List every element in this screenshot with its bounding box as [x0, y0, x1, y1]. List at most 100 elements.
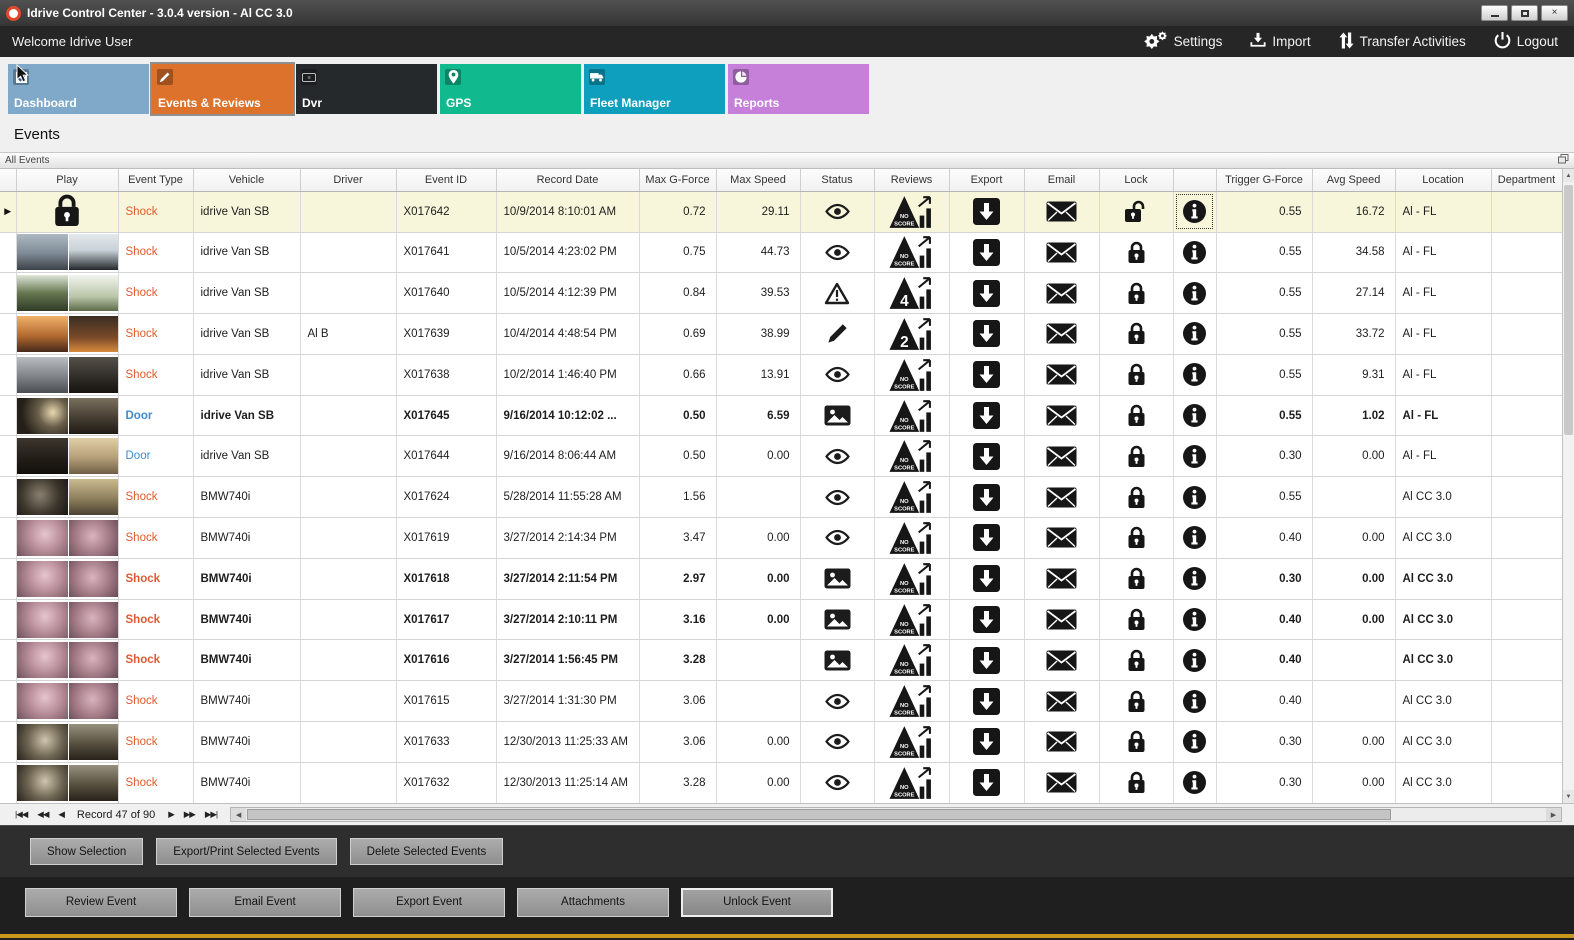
event-thumbnail[interactable] [16, 723, 117, 760]
reviews-cell[interactable]: NO SCORE [874, 680, 950, 723]
lock-cell[interactable] [1099, 517, 1174, 559]
column-header-11[interactable]: Export [949, 169, 1025, 192]
play-cell[interactable] [16, 354, 119, 396]
action-button-email-event[interactable]: Email Event [189, 887, 341, 917]
info-cell[interactable] [1173, 680, 1217, 723]
export-cell[interactable] [949, 680, 1025, 723]
play-cell[interactable] [16, 599, 119, 641]
export-cell[interactable] [949, 558, 1025, 600]
email-cell[interactable] [1024, 191, 1100, 233]
close-button[interactable]: × [1541, 5, 1568, 21]
reviews-cell[interactable]: NO SCORE [874, 354, 950, 396]
email-cell[interactable] [1024, 354, 1100, 396]
column-header-3[interactable]: Vehicle [193, 169, 301, 192]
status-cell[interactable] [800, 435, 875, 478]
status-cell[interactable] [800, 395, 875, 437]
next-record-button[interactable]: ▶ [163, 809, 179, 820]
export-cell[interactable] [949, 191, 1025, 233]
vertical-scrollbar[interactable]: ▲ ▼ [1562, 169, 1574, 803]
reviews-cell[interactable]: NO SCORE [874, 395, 950, 437]
email-cell[interactable] [1024, 558, 1100, 600]
column-header-15[interactable]: Trigger G-Force [1216, 169, 1313, 192]
status-cell[interactable] [800, 476, 875, 519]
info-cell[interactable] [1173, 476, 1217, 519]
import-button[interactable]: Import [1250, 32, 1311, 51]
info-cell[interactable] [1173, 762, 1217, 803]
event-row[interactable]: Shock BMW740i X017633 12/30/2013 11:25:33 A… [0, 721, 1563, 763]
event-thumbnail[interactable] [16, 315, 117, 352]
row-expander[interactable] [0, 599, 17, 641]
column-header-17[interactable]: Location [1395, 169, 1492, 192]
lock-cell[interactable] [1099, 639, 1174, 682]
play-cell[interactable] [16, 517, 119, 559]
event-row[interactable]: Shock BMW740i X017618 3/27/2014 2:11:54 PM 2… [0, 558, 1563, 600]
export-cell[interactable] [949, 232, 1025, 274]
tab-fleet[interactable]: Fleet Manager [584, 64, 725, 114]
event-thumbnail[interactable] [16, 397, 117, 434]
tab-dvr[interactable]: ≡ Dvr [296, 64, 437, 114]
row-expander[interactable] [0, 639, 17, 682]
tab-events[interactable]: Events & Reviews [150, 62, 295, 116]
event-thumbnail[interactable] [16, 642, 117, 679]
prev-page-button[interactable]: ◀◀ [32, 809, 53, 820]
column-header-9[interactable]: Status [800, 169, 875, 192]
export-cell[interactable] [949, 639, 1025, 682]
status-cell[interactable] [800, 517, 875, 559]
selection-button-1[interactable]: Export/Print Selected Events [156, 838, 337, 865]
row-expander[interactable] [0, 272, 17, 315]
reviews-cell[interactable]: NO SCORE [874, 639, 950, 682]
event-row[interactable]: Shock BMW740i X017624 5/28/2014 11:55:28 AM… [0, 476, 1563, 519]
column-header-18[interactable]: Department [1491, 169, 1563, 192]
reviews-cell[interactable]: NO SCORE [874, 517, 950, 559]
email-cell[interactable] [1024, 721, 1100, 763]
reviews-cell[interactable]: NO SCORE [874, 558, 950, 600]
transfer-activities-button[interactable]: Transfer Activities [1339, 32, 1466, 52]
event-row[interactable]: Shock idrive Van SB X017638 10/2/2014 1:46:… [0, 354, 1563, 396]
column-header-16[interactable]: Avg Speed [1312, 169, 1396, 192]
reviews-cell[interactable]: NO SCORE [874, 191, 950, 233]
email-cell[interactable] [1024, 272, 1100, 315]
row-expander[interactable] [0, 476, 17, 519]
lock-cell[interactable] [1099, 558, 1174, 600]
row-expander[interactable] [0, 517, 17, 559]
play-cell[interactable] [16, 191, 119, 233]
reviews-cell[interactable]: NO SCORE [874, 599, 950, 641]
lock-cell[interactable] [1099, 191, 1174, 233]
reviews-cell[interactable]: NO SCORE [874, 232, 950, 274]
column-header-4[interactable]: Driver [300, 169, 397, 192]
lock-cell[interactable] [1099, 272, 1174, 315]
lock-cell[interactable] [1099, 762, 1174, 803]
reviews-cell[interactable]: 4 [874, 272, 950, 315]
lock-cell[interactable] [1099, 599, 1174, 641]
event-thumbnail[interactable] [16, 234, 117, 271]
export-cell[interactable] [949, 313, 1025, 355]
email-cell[interactable] [1024, 517, 1100, 559]
email-cell[interactable] [1024, 476, 1100, 519]
row-expander[interactable] [0, 558, 17, 600]
play-cell[interactable] [16, 639, 119, 682]
play-cell[interactable] [16, 435, 119, 478]
event-row[interactable]: ▶ Shock idrive Van SB X017642 10/9/2014 8:10… [0, 191, 1563, 233]
event-row[interactable]: Shock BMW740i X017619 3/27/2014 2:14:34 PM 3… [0, 517, 1563, 559]
play-cell[interactable] [16, 476, 119, 519]
scroll-up-icon[interactable]: ▲ [1563, 169, 1574, 182]
column-header-1[interactable]: Play [16, 169, 119, 192]
info-cell[interactable] [1173, 435, 1217, 478]
play-cell[interactable] [16, 395, 119, 437]
lock-cell[interactable] [1099, 435, 1174, 478]
row-expander[interactable] [0, 721, 17, 763]
event-thumbnail[interactable] [16, 438, 117, 475]
status-cell[interactable] [800, 639, 875, 682]
row-expander[interactable] [0, 435, 17, 478]
last-record-button[interactable]: ▶▶| [200, 809, 222, 820]
lock-cell[interactable] [1099, 313, 1174, 355]
info-cell[interactable] [1173, 232, 1217, 274]
event-row[interactable]: Shock BMW740i X017616 3/27/2014 1:56:45 PM 3… [0, 639, 1563, 682]
email-cell[interactable] [1024, 232, 1100, 274]
tab-gps[interactable]: GPS [440, 64, 581, 114]
reviews-cell[interactable]: NO SCORE [874, 762, 950, 803]
row-expander[interactable] [0, 762, 17, 803]
status-cell[interactable] [800, 680, 875, 723]
scroll-left-icon[interactable]: ◀ [231, 808, 247, 821]
row-expander[interactable] [0, 354, 17, 396]
